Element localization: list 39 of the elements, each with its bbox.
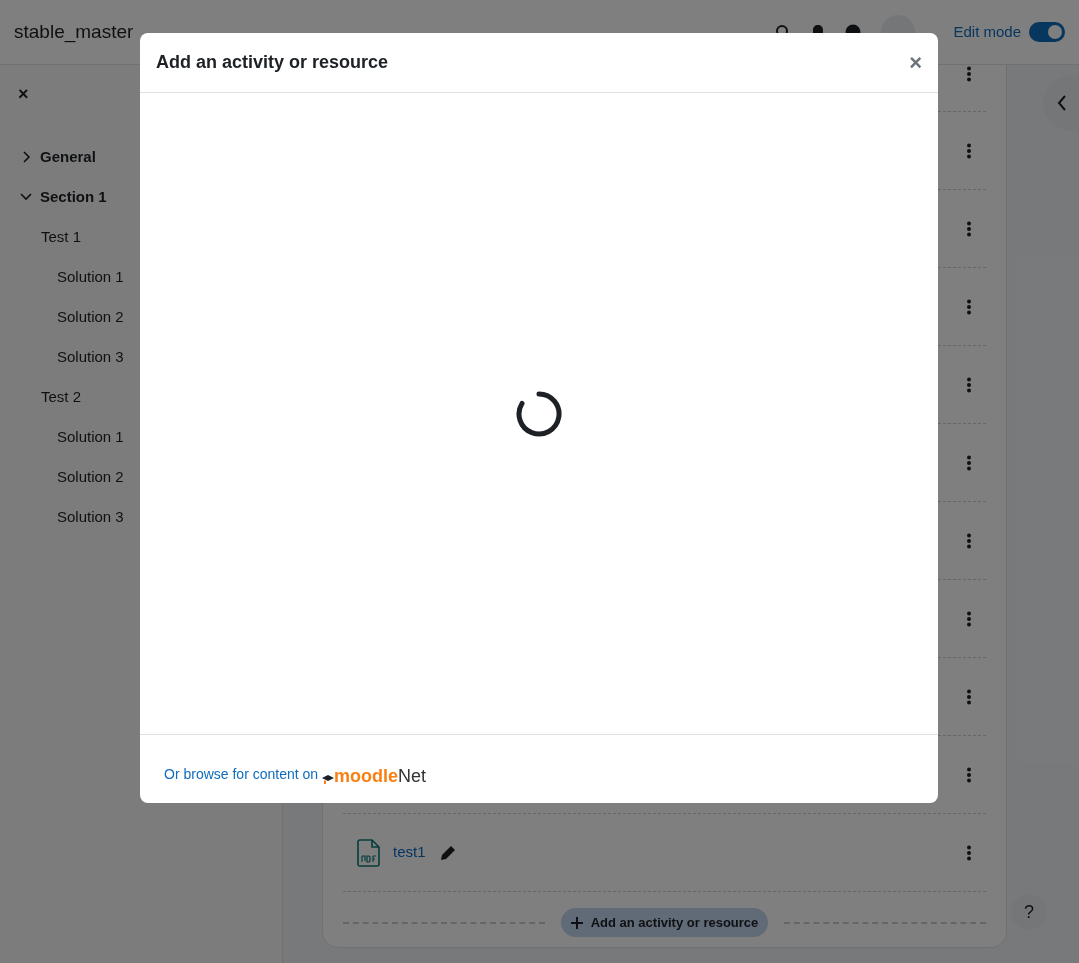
more-options-icon[interactable]: [966, 532, 972, 549]
edit-mode-toggle[interactable]: [1029, 22, 1065, 42]
close-button[interactable]: ×: [18, 85, 29, 103]
chevron-down-icon[interactable]: [20, 193, 32, 201]
activity-link[interactable]: Solution 2: [57, 465, 124, 489]
add-activity-button[interactable]: Add an activity or resource: [560, 908, 769, 937]
activity-link[interactable]: Solution 3: [57, 505, 124, 529]
edit-mode-label: Edit mode: [953, 21, 1021, 42]
section-link[interactable]: Section 1: [40, 185, 107, 209]
close-button[interactable]: ×: [909, 51, 922, 74]
plus-icon: [570, 916, 583, 929]
more-options-icon[interactable]: [966, 220, 972, 237]
more-options-icon[interactable]: [966, 298, 972, 315]
more-options-icon[interactable]: [966, 610, 972, 627]
more-options-icon[interactable]: [966, 844, 972, 861]
more-options-icon[interactable]: [966, 66, 972, 82]
drawer-toggle-button[interactable]: [1043, 75, 1079, 131]
moodlenet-logo: moodleNet: [322, 766, 427, 785]
activity-link[interactable]: Solution 2: [57, 305, 124, 329]
more-options-icon[interactable]: [966, 688, 972, 705]
pencil-icon[interactable]: [439, 844, 456, 861]
section-link[interactable]: General: [40, 145, 96, 169]
help-button[interactable]: ?: [1011, 894, 1047, 930]
activity-link[interactable]: Test 1: [41, 225, 82, 249]
activity-link[interactable]: Solution 3: [57, 345, 124, 369]
pdf-file-icon: [357, 838, 381, 867]
chevron-left-icon: [1057, 95, 1067, 111]
activity-link[interactable]: test1: [393, 841, 426, 864]
more-options-icon[interactable]: [966, 454, 972, 471]
chevron-right-icon[interactable]: [20, 151, 32, 163]
moodlenet-link[interactable]: Or browse for content on moodleNet: [164, 763, 427, 785]
activity-link[interactable]: Solution 1: [57, 425, 124, 449]
more-options-icon[interactable]: [966, 142, 972, 159]
more-options-icon[interactable]: [966, 376, 972, 393]
more-options-icon[interactable]: [966, 766, 972, 783]
site-name[interactable]: stable_master: [14, 17, 134, 47]
activity-link[interactable]: Test 2: [41, 385, 82, 409]
activity-link[interactable]: Solution 1: [57, 265, 124, 289]
modal-title: Add an activity or resource: [156, 51, 389, 74]
